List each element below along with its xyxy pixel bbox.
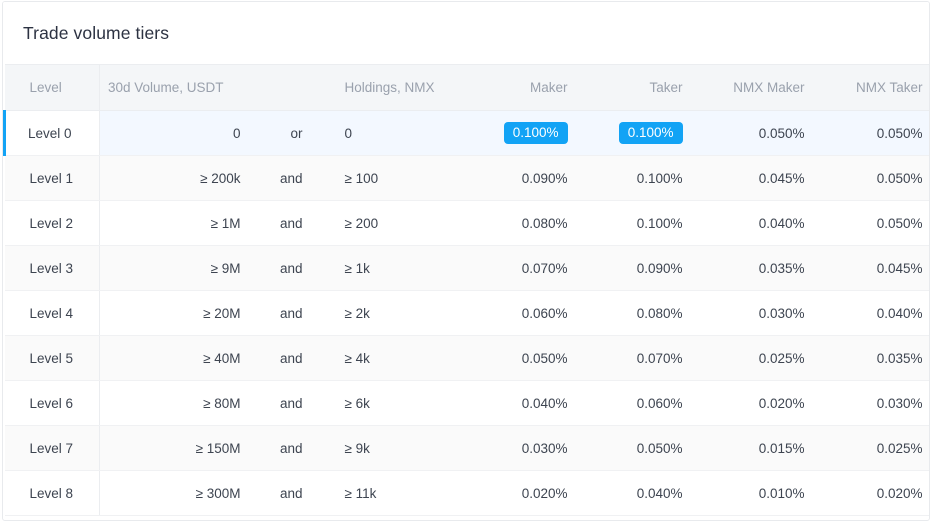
cell-taker: 0.100% [578,200,694,246]
cell-volume: ≥ 80M [99,380,252,426]
cell-nmx-maker: 0.045% [693,155,816,201]
table-row[interactable]: Level 4 ≥ 20M and ≥ 2k 0.060% 0.080% 0.030% 0.0… [4,290,929,336]
cell-nmx-taker: 0.025% [815,425,929,471]
cell-conjunction: or [251,110,307,156]
cell-level: Level 4 [4,290,100,336]
cell-taker: 0.100% [578,155,694,201]
cell-conjunction: and [251,425,307,471]
cell-maker: 0.070% [466,245,579,291]
table-row[interactable]: Level 5 ≥ 40M and ≥ 4k 0.050% 0.070% 0.025% 0.0… [4,335,929,381]
cell-taker: 0.080% [578,290,694,336]
cell-maker-badge: 0.100% [503,121,568,145]
cell-holdings: ≥ 11k [306,470,467,516]
cell-conjunction: and [251,380,307,426]
column-header-nmx-maker: NMX Maker [693,64,816,111]
cell-nmx-taker: 0.020% [815,470,929,516]
cell-conjunction: and [251,200,307,246]
table-header: Level 30d Volume, USDT Holdings, NMX Mak… [4,64,929,111]
cell-maker: 0.080% [466,200,579,246]
column-header-level: Level [4,64,100,111]
table-row[interactable]: Level 0 0 or 0 0.100% 0.100% 0.050% 0.050% [3,110,929,156]
column-header-conjunction [251,64,307,111]
cell-nmx-maker: 0.030% [693,290,816,336]
table-row[interactable]: Level 6 ≥ 80M and ≥ 6k 0.040% 0.060% 0.020% 0.0… [4,380,929,426]
cell-volume: ≥ 1M [99,200,252,246]
cell-conjunction: and [251,155,307,201]
cell-level: Level 3 [4,245,100,291]
cell-volume: 0 [99,110,252,156]
cell-level: Level 1 [4,155,100,201]
page-title: Trade volume tiers [23,22,170,43]
table-row[interactable]: Level 2 ≥ 1M and ≥ 200 0.080% 0.100% 0.040% 0.0… [4,200,929,246]
cell-nmx-maker: 0.010% [693,470,816,516]
cell-conjunction: and [251,470,307,516]
cell-nmx-maker: 0.020% [693,380,816,426]
cell-level: Level 8 [4,470,100,516]
table-header-row: Level 30d Volume, USDT Holdings, NMX Mak… [4,64,929,111]
cell-nmx-taker: 0.045% [815,245,929,291]
cell-nmx-taker: 0.035% [815,335,929,381]
table-row[interactable]: Level 1 ≥ 200k and ≥ 100 0.090% 0.100% 0.045% 0… [4,155,929,201]
cell-holdings: ≥ 2k [306,290,467,336]
table-body: Level 0 0 or 0 0.100% 0.100% 0.050% 0.050% Level… [3,110,929,516]
column-header-nmx-taker: NMX Taker [815,64,929,111]
cell-nmx-taker: 0.050% [815,200,929,246]
cell-level: Level 2 [4,200,100,246]
cell-volume: ≥ 200k [99,155,252,201]
cell-maker: 0.020% [466,470,579,516]
cell-nmx-taker: 0.030% [815,380,929,426]
table-row[interactable]: Level 7 ≥ 150M and ≥ 9k 0.030% 0.050% 0.015% 0.… [4,425,929,471]
table-row[interactable]: Level 8 ≥ 300M and ≥ 11k 0.020% 0.040% 0.010% 0… [4,470,929,516]
column-header-volume: 30d Volume, USDT [99,64,252,111]
cell-holdings: ≥ 6k [306,380,467,426]
cell-volume: ≥ 40M [99,335,252,381]
cell-volume: ≥ 9M [99,245,252,291]
cell-taker: 0.100% [578,110,694,156]
cell-maker: 0.060% [466,290,579,336]
cell-level: Level 5 [4,335,100,381]
cell-nmx-maker: 0.035% [693,245,816,291]
cell-maker: 0.030% [466,425,579,471]
cell-holdings: ≥ 4k [306,335,467,381]
cell-holdings: ≥ 1k [306,245,467,291]
trade-volume-tiers-table: Level 30d Volume, USDT Holdings, NMX Mak… [3,64,929,516]
cell-volume: ≥ 20M [99,290,252,336]
cell-holdings: ≥ 100 [306,155,467,201]
cell-taker-badge: 0.100% [618,121,683,145]
cell-maker: 0.090% [466,155,579,201]
cell-nmx-maker: 0.025% [693,335,816,381]
card-header: Trade volume tiers [3,2,929,64]
trade-volume-tiers-card: Trade volume tiers Level 30d Volume, USD… [2,1,930,521]
cell-nmx-maker: 0.040% [693,200,816,246]
table-row[interactable]: Level 3 ≥ 9M and ≥ 1k 0.070% 0.090% 0.035% 0.04… [4,245,929,291]
cell-conjunction: and [251,245,307,291]
cell-conjunction: and [251,290,307,336]
cell-taker: 0.050% [578,425,694,471]
cell-nmx-taker: 0.050% [815,155,929,201]
cell-taker: 0.070% [578,335,694,381]
column-header-maker: Maker [466,64,579,111]
column-header-taker: Taker [578,64,694,111]
cell-taker: 0.060% [578,380,694,426]
cell-maker: 0.100% [466,110,579,156]
cell-level: Level 7 [4,425,100,471]
cell-holdings: ≥ 200 [306,200,467,246]
cell-maker: 0.040% [466,380,579,426]
cell-conjunction: and [251,335,307,381]
cell-taker: 0.090% [578,245,694,291]
column-header-holdings: Holdings, NMX [306,64,467,111]
cell-taker: 0.040% [578,470,694,516]
cell-holdings: 0 [306,110,467,156]
cell-nmx-maker: 0.015% [693,425,816,471]
cell-level: Level 6 [4,380,100,426]
cell-maker: 0.050% [466,335,579,381]
cell-volume: ≥ 300M [99,470,252,516]
cell-level: Level 0 [3,110,100,156]
cell-nmx-taker: 0.050% [815,110,929,156]
cell-volume: ≥ 150M [99,425,252,471]
cell-nmx-maker: 0.050% [693,110,816,156]
cell-nmx-taker: 0.040% [815,290,929,336]
cell-holdings: ≥ 9k [306,425,467,471]
